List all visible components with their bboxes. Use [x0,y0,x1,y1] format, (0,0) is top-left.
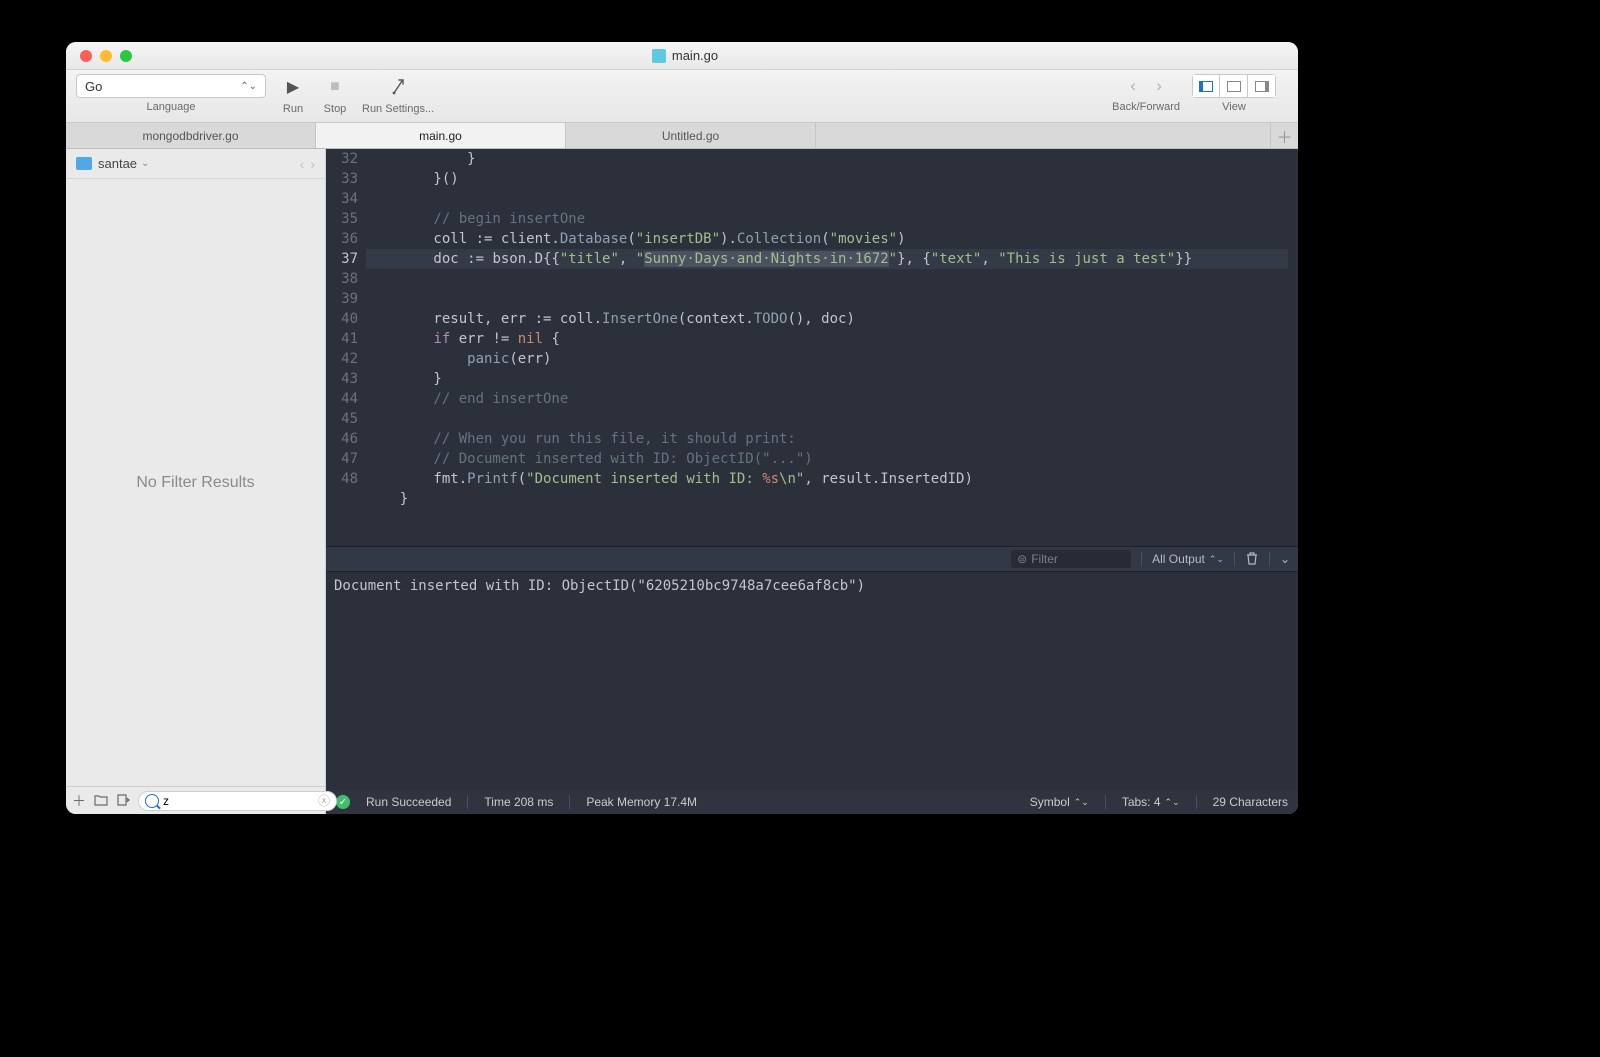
minimize-icon[interactable] [100,50,112,62]
window-title: main.go [132,48,1238,63]
view-label: View [1222,101,1246,113]
console-line: Document inserted with ID: ObjectID("620… [334,578,865,594]
ide-window: main.go Go ⌃⌄ Language ▶ Run ■ Stop Run … [66,42,1298,814]
language-label: Language [147,101,196,113]
sidebar: santae ⌄ ‹ › No Filter Results ＋ [66,149,326,814]
stop-label: Stop [324,103,347,115]
editor-area: 32 33 34 35 36 37 38 39 40 41 42 43 44 4… [326,149,1298,814]
symbol-select[interactable]: Symbol⌃⌄ [1030,795,1089,809]
tab-mongodbdriver[interactable]: mongodbdriver.go [66,123,316,148]
run-time: Time 208 ms [484,795,553,809]
sidebar-search-input[interactable] [163,794,318,808]
new-tab-button[interactable]: ＋ [1270,123,1298,148]
titlebar: main.go [66,42,1298,70]
tabs-select[interactable]: Tabs: 4⌃⌄ [1122,795,1180,809]
run-settings-button[interactable] [383,74,413,100]
backfwd-label: Back/Forward [1112,101,1180,113]
language-select[interactable]: Go ⌃⌄ [76,74,266,98]
window-title-text: main.go [672,48,718,63]
collapse-console-button[interactable]: ⌄ [1280,552,1290,566]
folder-button[interactable] [94,793,108,809]
sidebar-footer: ＋ ⓧ [66,786,325,814]
view-assistant-button[interactable] [1248,74,1276,98]
sidebar-header: santae ⌄ ‹ › [66,149,325,179]
code-body[interactable]: } }() // begin insertOne coll := client.… [366,149,1298,546]
sidebar-search[interactable]: ⓧ [138,791,337,811]
view-standard-button[interactable] [1192,74,1220,98]
code-editor[interactable]: 32 33 34 35 36 37 38 39 40 41 42 43 44 4… [326,149,1298,546]
run-button[interactable]: ▶ [278,74,308,100]
zoom-icon[interactable] [120,50,132,62]
gutter: 32 33 34 35 36 37 38 39 40 41 42 43 44 4… [326,149,366,546]
sidebar-empty: No Filter Results [66,179,325,786]
search-icon [145,794,159,808]
next-result-button[interactable]: › [310,156,315,172]
chevron-updown-icon: ⌃⌄ [240,81,257,92]
console-toolbar: ⊜ Filter All Output ⌃⌄ ⌄ [326,546,1298,572]
chevron-down-icon[interactable]: ⌄ [141,158,149,169]
folder-icon [76,157,92,170]
char-count: 29 Characters [1213,795,1288,809]
chevron-updown-icon: ⌃⌄ [1209,554,1224,565]
run-label: Run [283,103,303,115]
forward-button[interactable]: › [1146,74,1172,98]
prev-result-button[interactable]: ‹ [300,156,305,172]
file-tabs: mongodbdriver.go main.go Untitled.go ＋ [66,123,1298,149]
tab-main[interactable]: main.go [316,123,566,148]
back-button[interactable]: ‹ [1120,74,1146,98]
language-value: Go [85,79,102,94]
add-file-button[interactable]: ＋ [72,791,86,811]
peak-memory: Peak Memory 17.4M [586,795,697,809]
filter-placeholder: Filter [1031,552,1058,566]
import-button[interactable] [116,793,130,809]
clear-console-button[interactable] [1245,551,1259,568]
console-output[interactable]: Document inserted with ID: ObjectID("620… [326,572,1298,790]
run-settings-label: Run Settings... [362,103,434,115]
main-area: santae ⌄ ‹ › No Filter Results ＋ [66,149,1298,814]
go-file-icon [652,49,666,63]
clear-search-icon[interactable]: ⓧ [318,792,330,809]
filter-icon: ⊜ [1017,552,1027,566]
traffic-lights [80,50,132,62]
console-filter[interactable]: ⊜ Filter [1011,550,1131,568]
selected-text: Sunny·Days·and·Nights·in·1672 [644,251,888,267]
toolbar: Go ⌃⌄ Language ▶ Run ■ Stop Run Settings… [66,70,1298,123]
status-bar: ✓ Run Succeeded Time 208 ms Peak Memory … [326,790,1298,814]
stop-button[interactable]: ■ [320,74,350,100]
output-scope-select[interactable]: All Output ⌃⌄ [1152,552,1224,566]
view-split-button[interactable] [1220,74,1248,98]
success-icon: ✓ [336,795,350,809]
close-icon[interactable] [80,50,92,62]
tab-untitled[interactable]: Untitled.go [566,123,816,148]
run-status: Run Succeeded [366,795,451,809]
project-name[interactable]: santae [98,156,137,171]
